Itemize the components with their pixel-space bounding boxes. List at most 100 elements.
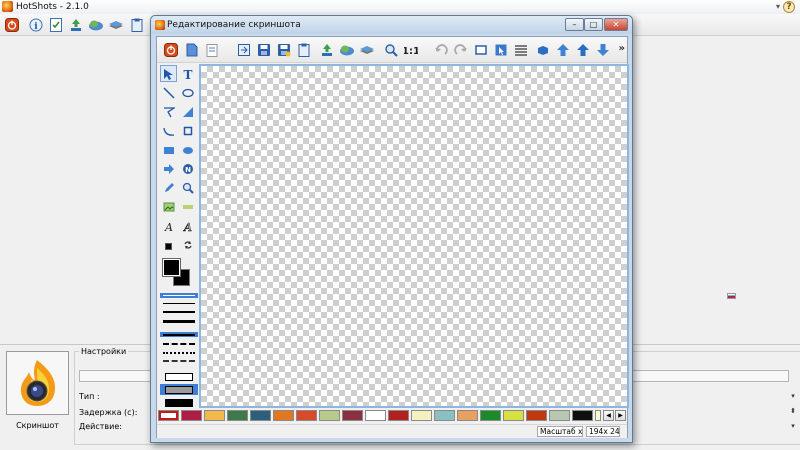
clipboard-icon[interactable] xyxy=(296,42,312,58)
select-icon[interactable] xyxy=(493,42,509,58)
palette-swatch[interactable] xyxy=(319,410,340,421)
stack-icon[interactable] xyxy=(108,17,124,33)
polyline-tool[interactable] xyxy=(160,103,177,120)
palette-swatch[interactable] xyxy=(457,410,478,421)
palette-swatch[interactable] xyxy=(158,410,179,421)
open-icon[interactable] xyxy=(204,42,220,58)
upload-icon[interactable] xyxy=(319,42,335,58)
import-icon[interactable] xyxy=(236,42,252,58)
line-style-dashdot[interactable] xyxy=(160,358,198,363)
undo-icon[interactable] xyxy=(433,42,449,58)
palette-swatch[interactable] xyxy=(526,410,547,421)
swap-colors-icon[interactable] xyxy=(183,240,193,253)
palette-swatch[interactable] xyxy=(227,410,248,421)
redo-icon[interactable] xyxy=(453,42,469,58)
line-width-2[interactable] xyxy=(160,301,198,306)
palette-swatch[interactable] xyxy=(204,410,225,421)
up-icon[interactable] xyxy=(555,42,571,58)
svg-text:A: A xyxy=(164,221,173,232)
corner-tool[interactable] xyxy=(179,103,196,120)
chevron-down-icon[interactable]: ▾ xyxy=(776,0,780,14)
tag-tool[interactable]: N xyxy=(179,160,196,177)
toolbar-more-button[interactable]: » xyxy=(619,43,625,54)
main-window-title: HotShots - 2.1.0 xyxy=(16,2,89,12)
new-icon[interactable] xyxy=(184,42,200,58)
magnifier-tool[interactable] xyxy=(179,179,196,196)
pen-tool[interactable] xyxy=(160,179,177,196)
palette-swatch[interactable] xyxy=(296,410,317,421)
palette-swatch[interactable] xyxy=(434,410,455,421)
fill-black[interactable] xyxy=(160,397,198,408)
close-button[interactable]: ✕ xyxy=(604,18,628,31)
cloud-icon[interactable] xyxy=(339,42,355,58)
palette-swatch[interactable] xyxy=(388,410,409,421)
palette-scroll-right-icon[interactable]: ▶ xyxy=(615,410,626,421)
line-style-dashed[interactable] xyxy=(160,341,198,346)
editor-title-bar: Редактирование скриншота – □ ✕ xyxy=(151,16,632,34)
palette-scroll-left-icon[interactable]: ◀ xyxy=(603,410,614,421)
action-dropdown-arrow[interactable]: ▾ xyxy=(788,421,798,432)
text-a-outline-tool[interactable]: A xyxy=(179,217,196,234)
crop-icon[interactable] xyxy=(473,42,489,58)
size-status: 194x 24 xyxy=(586,426,620,437)
maximize-button[interactable]: □ xyxy=(584,18,603,31)
image-tool[interactable] xyxy=(160,198,177,215)
highlight-tool[interactable] xyxy=(179,198,196,215)
line-tool[interactable] xyxy=(160,84,177,101)
raise-icon[interactable] xyxy=(535,42,551,58)
power-icon[interactable] xyxy=(4,17,20,33)
palette-swatch[interactable] xyxy=(365,410,386,421)
palette-swatch[interactable] xyxy=(342,410,363,421)
save-icon[interactable] xyxy=(256,42,272,58)
fill-gray[interactable] xyxy=(160,384,198,395)
crop-tool[interactable] xyxy=(179,122,196,139)
fit-icon[interactable]: 1:1 xyxy=(403,42,419,58)
palette-swatch[interactable] xyxy=(411,410,432,421)
language-flag-icon[interactable] xyxy=(727,293,736,299)
select-tool[interactable] xyxy=(160,65,177,82)
text-tool[interactable]: T xyxy=(179,65,196,82)
delay-spinner[interactable]: ⬍ xyxy=(788,406,798,417)
checklist-icon[interactable] xyxy=(48,17,64,33)
align-icon[interactable] xyxy=(513,42,529,58)
top-icon[interactable] xyxy=(575,42,591,58)
palette-swatch[interactable] xyxy=(181,410,202,421)
ellipse-outline-tool[interactable] xyxy=(179,84,196,101)
palette-swatch[interactable] xyxy=(503,410,524,421)
palette-swatch[interactable] xyxy=(549,410,570,421)
line-width-4[interactable] xyxy=(160,318,198,325)
zoom-icon[interactable] xyxy=(383,42,399,58)
reset-colors-icon[interactable] xyxy=(165,243,172,250)
line-width-3[interactable] xyxy=(160,309,198,315)
drawing-canvas[interactable] xyxy=(201,66,627,406)
power-icon[interactable] xyxy=(163,42,179,58)
save-as-icon[interactable] xyxy=(276,42,292,58)
fill-none[interactable] xyxy=(160,371,198,382)
line-width-1[interactable] xyxy=(160,293,198,298)
type-dropdown-arrow[interactable]: ▾ xyxy=(788,391,798,402)
line-style-dotted[interactable] xyxy=(160,350,198,355)
curve-tool[interactable] xyxy=(160,122,177,139)
stack-icon[interactable] xyxy=(359,42,375,58)
screenshot-button[interactable] xyxy=(6,351,69,415)
palette-swatch[interactable] xyxy=(480,410,501,421)
text-a-tool[interactable]: A xyxy=(160,217,177,234)
palette-swatch[interactable] xyxy=(595,410,601,421)
ellipse-tool[interactable] xyxy=(179,141,196,158)
arrow-tool[interactable] xyxy=(160,160,177,177)
palette-swatch[interactable] xyxy=(250,410,271,421)
info-icon[interactable]: i xyxy=(28,17,44,33)
rect-tool[interactable] xyxy=(160,141,177,158)
down-icon[interactable] xyxy=(595,42,611,58)
help-icon[interactable]: ? xyxy=(783,1,795,13)
line-style-solid[interactable] xyxy=(160,332,198,337)
editor-title: Редактирование скриншота xyxy=(167,20,301,30)
foreground-color-swatch[interactable] xyxy=(162,258,181,277)
minimize-button[interactable]: – xyxy=(565,18,584,31)
palette-swatch[interactable] xyxy=(572,410,593,421)
upload-icon[interactable] xyxy=(68,17,84,33)
cloud-icon[interactable] xyxy=(88,17,104,33)
hotshots-app-icon xyxy=(155,20,165,30)
clipboard-icon[interactable] xyxy=(129,17,145,33)
palette-swatch[interactable] xyxy=(273,410,294,421)
